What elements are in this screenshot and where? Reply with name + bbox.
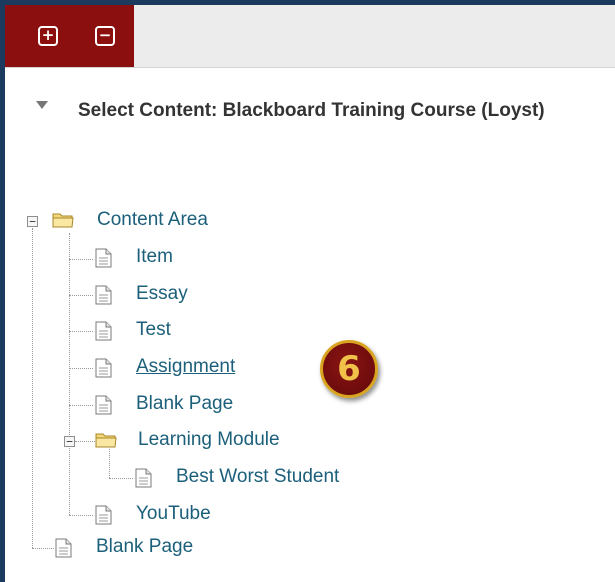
document-icon	[95, 321, 112, 341]
document-icon	[95, 395, 112, 415]
tree-connector	[69, 368, 93, 369]
tree-item-test[interactable]: Test	[136, 319, 171, 341]
tree-item-item[interactable]: Item	[136, 246, 173, 268]
content-tree: − Content Area Item Essay Test Assignmen…	[0, 0, 615, 582]
tree-item-assignment[interactable]: Assignment	[136, 356, 235, 378]
tree-item-best-worst-student[interactable]: Best Worst Student	[176, 466, 339, 488]
tree-connector	[69, 515, 93, 516]
tree-connector	[69, 295, 93, 296]
tree-item-essay[interactable]: Essay	[136, 283, 188, 305]
tree-item-blank-page[interactable]: Blank Page	[136, 393, 233, 415]
tree-connector	[69, 259, 93, 260]
document-icon	[95, 358, 112, 378]
tree-connector	[32, 548, 54, 549]
folder-icon	[95, 433, 117, 448]
folder-icon	[52, 213, 74, 228]
tree-connector	[109, 449, 110, 478]
collapse-toggle-icon[interactable]: −	[64, 436, 75, 447]
tree-connector	[32, 228, 33, 548]
tree-connector	[75, 441, 95, 442]
step-number-badge: 6	[320, 340, 378, 398]
collapse-toggle-icon[interactable]: −	[27, 216, 38, 227]
document-icon	[95, 285, 112, 305]
document-icon	[55, 538, 72, 558]
tree-connector	[69, 233, 70, 515]
tree-connector	[109, 478, 133, 479]
document-icon	[95, 248, 112, 268]
tree-connector	[69, 405, 93, 406]
tree-item-learning-module[interactable]: Learning Module	[138, 429, 280, 451]
tree-item-youtube[interactable]: YouTube	[136, 503, 211, 525]
tree-item-content-area[interactable]: Content Area	[97, 209, 208, 231]
document-icon	[95, 505, 112, 525]
document-icon	[135, 468, 152, 488]
tree-connector	[69, 331, 93, 332]
tree-item-blank-page-root[interactable]: Blank Page	[96, 536, 193, 558]
